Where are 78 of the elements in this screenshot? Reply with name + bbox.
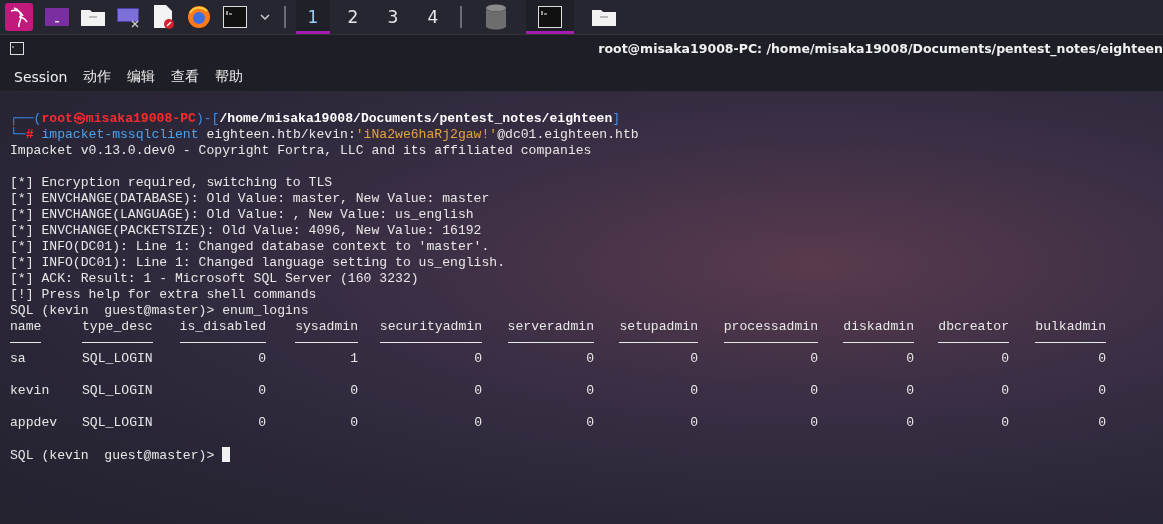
table-cell: 0	[258, 415, 266, 431]
chevron-down-icon[interactable]	[259, 12, 271, 22]
table-cell: 0	[1098, 351, 1106, 367]
terminal-icon[interactable]	[223, 6, 247, 28]
table-cell: 0	[690, 415, 698, 431]
column-header: diskadmin	[843, 319, 914, 335]
output-line: [*] ACK: Result: 1 - Microsoft SQL Server (160 3232)	[10, 271, 420, 287]
table-cell: 0	[1001, 383, 1009, 399]
output-line: [*] ENVCHANGE(LANGUAGE): Old Value: , New Value: us_english	[10, 207, 475, 223]
table-cell: SQL_LOGIN	[82, 383, 153, 399]
table-cell: SQL_LOGIN	[82, 351, 153, 367]
table-cell: 0	[1098, 383, 1106, 399]
database-icon[interactable]	[484, 4, 508, 30]
column-header: sysadmin	[295, 319, 358, 335]
table-cell: kevin	[10, 383, 50, 399]
menu-item[interactable]: 查看	[165, 65, 206, 88]
output-line: [*] ENVCHANGE(PACKETSIZE): Old Value: 4096, New Value: 16192	[10, 223, 483, 239]
table-cell: 1	[350, 351, 358, 367]
table-cell: 0	[906, 415, 914, 431]
workspace-button[interactable]: 4	[416, 0, 450, 34]
output-line: SQL (kevin guest@master)> enum_logins	[10, 303, 310, 319]
text-cursor	[222, 447, 231, 462]
workspace-button[interactable]: 2	[336, 0, 370, 34]
table-cell: 0	[690, 351, 698, 367]
output-line: [*] Encryption required, switching to TLS	[10, 175, 334, 191]
table-cell: 0	[906, 383, 914, 399]
table-cell: SQL_LOGIN	[82, 415, 153, 431]
table-cell: 0	[258, 383, 266, 399]
dragon-logo-icon[interactable]	[5, 3, 33, 31]
column-header: dbcreator	[938, 319, 1009, 335]
column-header: type_desc	[82, 319, 153, 335]
table-cell: 0	[586, 383, 594, 399]
menu-item[interactable]: 编辑	[121, 65, 162, 88]
workspace-button[interactable]: 3	[376, 0, 410, 34]
column-header: serveradmin	[507, 319, 594, 335]
task-button[interactable]	[526, 0, 574, 34]
table-cell: 0	[586, 415, 594, 431]
table-cell: 0	[350, 415, 358, 431]
menu-item[interactable]: 动作	[77, 65, 118, 88]
table-cell: 0	[1001, 415, 1009, 431]
column-header: securityadmin	[379, 319, 482, 335]
table-cell: 0	[258, 351, 266, 367]
table-cell: 0	[586, 351, 594, 367]
table-cell: appdev	[10, 415, 58, 431]
output-line: [!] Press help for extra shell commands	[10, 287, 318, 303]
terminal-icon[interactable]	[538, 6, 562, 28]
table-cell: 0	[474, 383, 482, 399]
column-header: bulkadmin	[1035, 319, 1106, 335]
column-header: name	[10, 319, 42, 335]
table-cell: 0	[350, 383, 358, 399]
menu-item[interactable]: Session	[8, 66, 74, 87]
output-line: [*] INFO(DC01): Line 1: Changed database context to 'master'.	[10, 239, 491, 255]
table-cell: 0	[690, 383, 698, 399]
table-cell: 0	[810, 415, 818, 431]
output-line: [*] ENVCHANGE(DATABASE): Old Value: master, New Value: master	[10, 191, 491, 207]
window-title: root@misaka19008-PC: /home/misaka19008/Documents/pentest_notes/eighteen	[598, 41, 1163, 56]
prompt-line: ┌──(root㉿misaka19008-PC)-[/home/misaka19008/Documents/pentest_notes/eighteen]	[10, 111, 622, 127]
table-cell: 0	[1098, 415, 1106, 431]
terminal-icon	[10, 42, 24, 55]
table-cell: 0	[474, 351, 482, 367]
output-line: Impacket v0.13.0.dev0 - Copyright Fortra, LLC and its affiliated companies	[10, 143, 593, 159]
document-icon[interactable]	[153, 5, 175, 29]
command-line: └─# impacket-mssqlclient eighteen.htb/kevin:'iNa2we6haRj2gaw!'@dc01.eighteen.htb	[10, 127, 640, 143]
table-cell: 0	[474, 415, 482, 431]
sql-prompt: SQL (kevin guest@master)>	[10, 448, 216, 463]
menu-item[interactable]: 帮助	[209, 65, 250, 88]
fox-globe-icon[interactable]	[187, 5, 211, 29]
workspace-button[interactable]: 1	[296, 0, 330, 34]
column-header: is_disabled	[179, 319, 266, 335]
column-header: setupadmin	[619, 319, 698, 335]
table-cell: sa	[10, 351, 26, 367]
table-cell: 0	[810, 383, 818, 399]
table-cell: 0	[906, 351, 914, 367]
output-line: [*] INFO(DC01): Line 1: Changed language setting to us_english.	[10, 255, 507, 271]
table-cell: 0	[1001, 351, 1009, 367]
table-cell: 0	[810, 351, 818, 367]
monitor-icon[interactable]	[117, 6, 141, 28]
column-header: processadmin	[723, 319, 818, 335]
